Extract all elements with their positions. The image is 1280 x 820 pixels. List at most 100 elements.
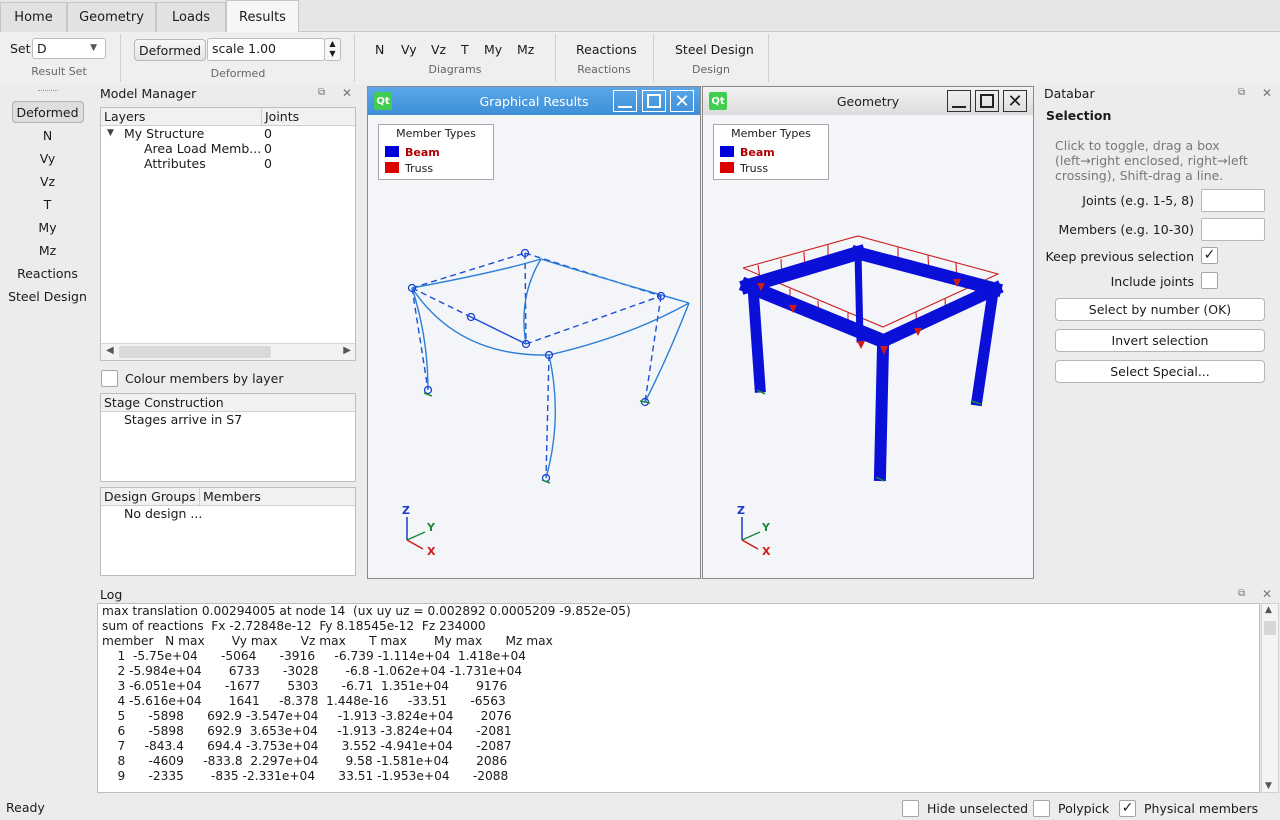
leftbar-mz-button[interactable]: Mz (0, 243, 95, 258)
deformed-caption: Deformed (210, 67, 266, 80)
scroll-left-icon[interactable]: ◀ (106, 345, 114, 356)
diagram-mz-button[interactable]: Mz (517, 42, 534, 57)
result-set-select[interactable]: D ▼ (32, 38, 106, 59)
include-joints-checkbox[interactable] (1201, 272, 1218, 289)
diagram-vy-button[interactable]: Vy (401, 42, 417, 57)
layer-row-name[interactable]: Area Load Memb... (144, 141, 261, 156)
float-icon[interactable]: ⧉ (1238, 588, 1245, 599)
help-line: crossing), Shift-drag a line. (1055, 168, 1224, 183)
leftbar-n-button[interactable]: N (0, 128, 95, 143)
tab-bar: Home Geometry Loads Results (0, 0, 1280, 33)
hide-unselected-checkbox[interactable] (902, 800, 919, 817)
log-title: Log (100, 587, 123, 602)
tab-label: Loads (172, 10, 210, 25)
layer-row-name[interactable]: Attributes (144, 156, 206, 171)
deformed-button-label: Deformed (138, 42, 202, 58)
log-line: 6 -5898 692.9 3.653e+04 -1.913 -3.824e+0… (102, 724, 512, 738)
close-icon[interactable]: ✕ (1262, 86, 1272, 100)
layer-row-joints: 0 (264, 156, 272, 171)
ribbon-divider (768, 34, 769, 82)
diagram-my-button[interactable]: My (484, 42, 502, 57)
layer-row-joints: 0 (264, 141, 272, 156)
scroll-down-icon[interactable]: ▼ (1265, 781, 1272, 791)
vertical-scrollbar[interactable]: ▲ ▼ (1261, 603, 1279, 793)
toolbar-grip[interactable] (38, 90, 58, 93)
ribbon-divider (354, 34, 355, 82)
polypick-checkbox[interactable] (1033, 800, 1050, 817)
geometry-window: Geometry Qt ✕ Member Types Beam Truss Z … (702, 86, 1034, 579)
leftbar-steel-design-button[interactable]: Steel Design (0, 289, 95, 304)
log-line: 7 -843.4 694.4 -3.753e+04 3.552 -4.941e+… (102, 739, 512, 753)
tab-geometry[interactable]: Geometry (67, 2, 156, 32)
geometry-canvas[interactable] (703, 87, 1035, 580)
log-line: 9 -2335 -835 -2.331e+04 33.51 -1.953e+04… (102, 769, 509, 783)
stage-construction-header: Stage Construction (101, 394, 355, 412)
ribbon-divider (653, 34, 654, 82)
selection-help: Click to toggle, drag a box (left→right … (1055, 138, 1248, 183)
close-icon[interactable]: ✕ (1262, 587, 1272, 601)
graphical-results-window: Graphical Results Qt ✕ Member Types Beam… (367, 86, 701, 579)
log-line: 5 -5898 692.9 -3.547e+04 -1.913 -3.824e+… (102, 709, 512, 723)
joints-input[interactable] (1201, 189, 1265, 212)
log-line: 3 -6.051e+04 -1677 5303 -6.71 1.351e+04 … (102, 679, 508, 693)
select-special-button[interactable]: Select Special... (1055, 360, 1265, 383)
scroll-up-icon[interactable]: ▲ (1265, 605, 1272, 615)
tab-results[interactable]: Results (226, 0, 299, 33)
leftbar-t-button[interactable]: T (0, 197, 95, 212)
colour-by-layer-checkbox[interactable] (101, 370, 118, 387)
help-line: (left→right enclosed, right→left (1055, 153, 1248, 168)
leftbar-reactions-button[interactable]: Reactions (0, 266, 95, 281)
steel-design-ribbon-button[interactable]: Steel Design (675, 42, 754, 57)
chevron-down-icon: ▼ (90, 43, 97, 53)
physical-members-label: Physical members (1144, 801, 1259, 816)
layer-row-joints: 0 (264, 126, 272, 141)
scrollbar-thumb[interactable] (1264, 621, 1276, 635)
include-joints-label: Include joints (1110, 274, 1194, 289)
invert-selection-button[interactable]: Invert selection (1055, 329, 1265, 352)
diagram-vz-button[interactable]: Vz (431, 42, 446, 57)
members-header[interactable]: Members (199, 488, 355, 506)
float-icon[interactable]: ⧉ (318, 87, 325, 98)
select-by-number-button[interactable]: Select by number (OK) (1055, 298, 1265, 321)
scroll-right-icon[interactable]: ▶ (343, 345, 351, 356)
float-icon[interactable]: ⧉ (1238, 87, 1245, 98)
design-groups-header[interactable]: Design Groups (101, 488, 199, 506)
check-icon: ✓ (1121, 800, 1134, 816)
leftbar-my-button[interactable]: My (0, 220, 95, 235)
leftbar-deformed-label: Deformed (16, 105, 79, 120)
horizontal-scrollbar[interactable]: ◀ ▶ (101, 343, 355, 360)
leftbar-vz-button[interactable]: Vz (0, 174, 95, 189)
leftbar-vy-button[interactable]: Vy (0, 151, 95, 166)
tab-home[interactable]: Home (0, 2, 67, 32)
scale-spinner[interactable]: ▲ ▼ (324, 38, 341, 61)
tab-loads[interactable]: Loads (156, 2, 226, 32)
reactions-ribbon-button[interactable]: Reactions (576, 42, 637, 57)
deformed-toggle-button[interactable]: Deformed (134, 39, 206, 61)
layer-row-name[interactable]: My Structure (124, 126, 204, 141)
model-manager-title: Model Manager (100, 86, 197, 101)
scale-value: scale 1.00 (212, 41, 277, 56)
diagram-t-button[interactable]: T (461, 42, 469, 57)
joints-column-header[interactable]: Joints (261, 108, 355, 126)
scale-input[interactable]: scale 1.00 (207, 38, 325, 61)
ribbon-divider (120, 34, 121, 82)
physical-members-checkbox[interactable]: ✓ (1119, 800, 1136, 817)
log-line: 1 -5.75e+04 -5064 -3916 -6.739 -1.114e+0… (102, 649, 526, 663)
keep-previous-checkbox[interactable]: ✓ (1201, 247, 1218, 264)
chevron-down-icon[interactable]: ▼ (107, 128, 114, 138)
deformed-structure-canvas[interactable] (368, 87, 702, 580)
scrollbar-thumb[interactable] (119, 346, 271, 358)
members-input[interactable] (1201, 218, 1265, 241)
tab-label: Results (239, 9, 286, 25)
members-label: Members (e.g. 10-30) (1058, 222, 1194, 237)
design-caption: Design (692, 63, 730, 76)
check-icon: ✓ (1203, 247, 1216, 263)
layers-column-header[interactable]: Layers (101, 108, 261, 126)
databar-title: Databar (1044, 86, 1095, 101)
log-output[interactable]: max translation 0.00294005 at node 14 (u… (97, 603, 1260, 793)
diagram-n-button[interactable]: N (375, 42, 384, 57)
axis-label-y: Y (427, 521, 435, 534)
keep-previous-label: Keep previous selection (1045, 249, 1194, 264)
close-icon[interactable]: ✕ (342, 86, 352, 100)
button-label: Invert selection (1111, 333, 1209, 348)
